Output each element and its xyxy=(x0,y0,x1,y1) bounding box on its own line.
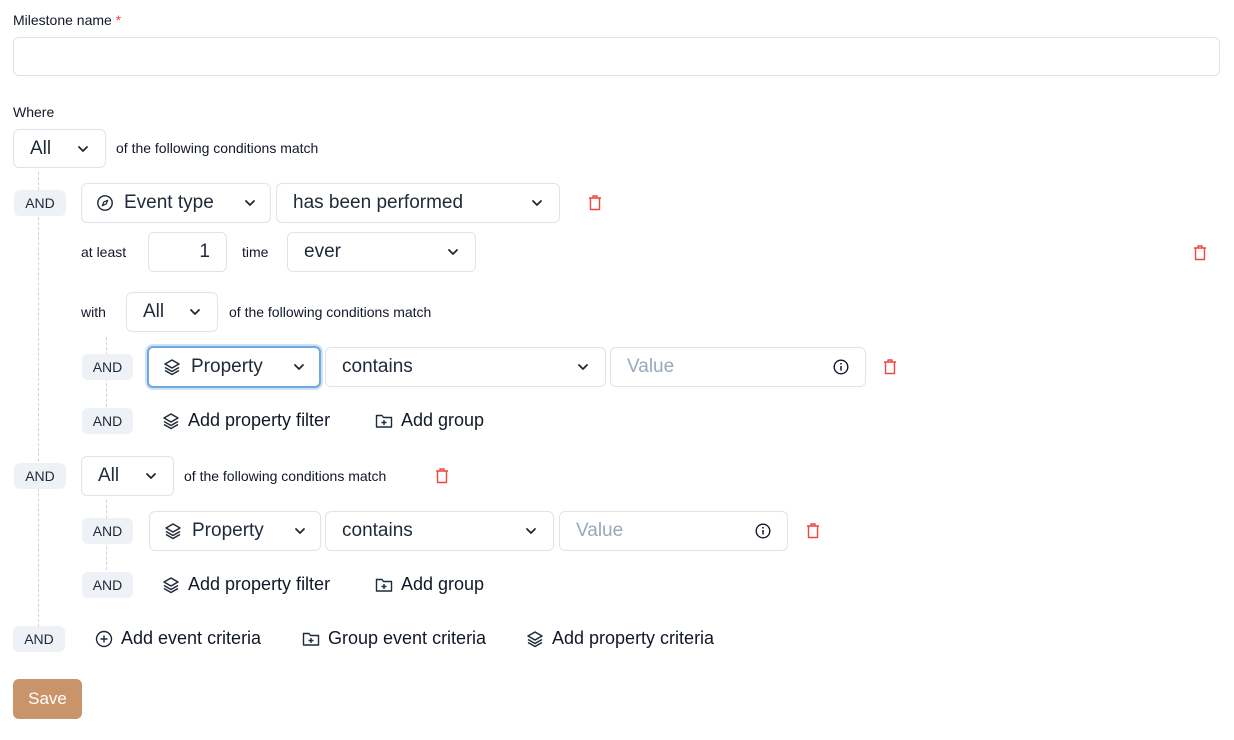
add-property-criteria-label: Add property criteria xyxy=(552,628,715,648)
group-property-select[interactable]: Property xyxy=(149,511,321,551)
and-badge: AND xyxy=(82,572,133,598)
value-placeholder: Value xyxy=(627,356,675,377)
folder-plus-icon xyxy=(375,413,393,429)
with-match-suffix: of the following conditions match xyxy=(229,304,432,320)
chevron-down-icon xyxy=(293,363,305,371)
add-group-label: Add group xyxy=(401,410,485,430)
event-type-select[interactable]: Event type xyxy=(81,183,271,223)
chevron-down-icon xyxy=(294,527,306,535)
plus-circle-icon xyxy=(95,630,113,648)
time-label: time xyxy=(242,244,269,260)
top-match-suffix: of the following conditions match xyxy=(116,140,319,156)
filter-value-input[interactable]: Value xyxy=(610,347,866,387)
with-match-select[interactable]: All xyxy=(126,292,218,332)
and-badge: AND xyxy=(82,408,133,434)
compass-icon xyxy=(96,194,114,212)
chevron-down-icon xyxy=(189,308,201,316)
top-match-select[interactable]: All xyxy=(13,129,106,168)
and-badge: AND xyxy=(82,518,133,544)
chevron-down-icon xyxy=(145,472,157,480)
property-value: Property xyxy=(191,356,263,377)
milestone-name-label-text: Milestone name xyxy=(13,12,112,28)
save-button[interactable]: Save xyxy=(13,679,82,719)
layers-icon xyxy=(164,522,182,540)
and-badge: AND xyxy=(14,463,66,489)
delete-group-filter-icon[interactable] xyxy=(806,522,820,539)
chevron-down-icon xyxy=(77,145,89,153)
filter-operator-select[interactable]: contains xyxy=(325,347,606,387)
layers-icon xyxy=(162,576,180,594)
group-operator-select[interactable]: contains xyxy=(325,511,554,551)
info-icon[interactable] xyxy=(833,359,849,375)
property-select[interactable]: Property xyxy=(147,346,321,388)
chevron-down-icon xyxy=(531,199,543,207)
top-match-value: All xyxy=(30,137,52,159)
and-badge: AND xyxy=(14,190,66,216)
add-property-filter-button[interactable]: Add property filter xyxy=(162,410,330,431)
add-event-criteria-label: Add event criteria xyxy=(121,628,262,648)
with-match-value: All xyxy=(143,301,165,322)
filter-operator-value: contains xyxy=(342,356,413,377)
group-property-value: Property xyxy=(192,520,264,541)
and-badge: AND xyxy=(13,626,65,652)
layers-icon xyxy=(162,412,180,430)
chevron-down-icon xyxy=(577,363,589,371)
info-icon[interactable] xyxy=(755,523,771,539)
group-add-group-button[interactable]: Add group xyxy=(375,574,484,595)
period-select[interactable]: ever xyxy=(287,232,476,272)
folder-plus-icon xyxy=(302,631,320,647)
layers-icon xyxy=(163,358,181,376)
and-badge: AND xyxy=(82,354,133,380)
group-operator-value: contains xyxy=(342,520,413,541)
chevron-down-icon xyxy=(525,527,537,535)
group-add-property-filter-button[interactable]: Add property filter xyxy=(162,574,330,595)
add-event-criteria-button[interactable]: Add event criteria xyxy=(95,628,261,649)
group-value-input[interactable]: Value xyxy=(559,511,788,551)
group-match-select[interactable]: All xyxy=(81,456,174,496)
folder-plus-icon xyxy=(375,577,393,593)
group-add-property-filter-label: Add property filter xyxy=(188,574,331,594)
delete-event-row-icon[interactable] xyxy=(588,194,602,211)
required-mark: * xyxy=(115,12,122,28)
delete-event-criterion-icon[interactable] xyxy=(1193,244,1207,261)
chevron-down-icon xyxy=(244,199,256,207)
delete-filter-icon[interactable] xyxy=(883,358,897,375)
event-operator-select[interactable]: has been performed xyxy=(276,183,560,223)
group-event-criteria-button[interactable]: Group event criteria xyxy=(302,628,486,649)
group-add-group-label: Add group xyxy=(401,574,485,594)
with-label: with xyxy=(81,304,106,320)
count-input[interactable]: 1 xyxy=(148,232,227,272)
chevron-down-icon xyxy=(447,248,459,256)
milestone-name-input[interactable] xyxy=(13,37,1220,76)
add-group-button[interactable]: Add group xyxy=(375,410,484,431)
at-least-label: at least xyxy=(81,244,127,260)
tree-connector-line xyxy=(38,172,39,627)
where-label: Where xyxy=(13,104,55,120)
add-property-filter-label: Add property filter xyxy=(188,410,331,430)
event-type-value: Event type xyxy=(124,192,214,213)
event-operator-value: has been performed xyxy=(293,192,464,213)
milestone-name-label: Milestone name * xyxy=(13,12,121,28)
period-value: ever xyxy=(304,241,341,262)
delete-group-icon[interactable] xyxy=(435,467,449,484)
group-event-criteria-label: Group event criteria xyxy=(328,628,487,648)
layers-icon xyxy=(526,630,544,648)
add-property-criteria-button[interactable]: Add property criteria xyxy=(526,628,714,649)
group-match-value: All xyxy=(98,465,120,486)
group-match-suffix: of the following conditions match xyxy=(184,468,387,484)
group-value-placeholder: Value xyxy=(576,520,624,541)
